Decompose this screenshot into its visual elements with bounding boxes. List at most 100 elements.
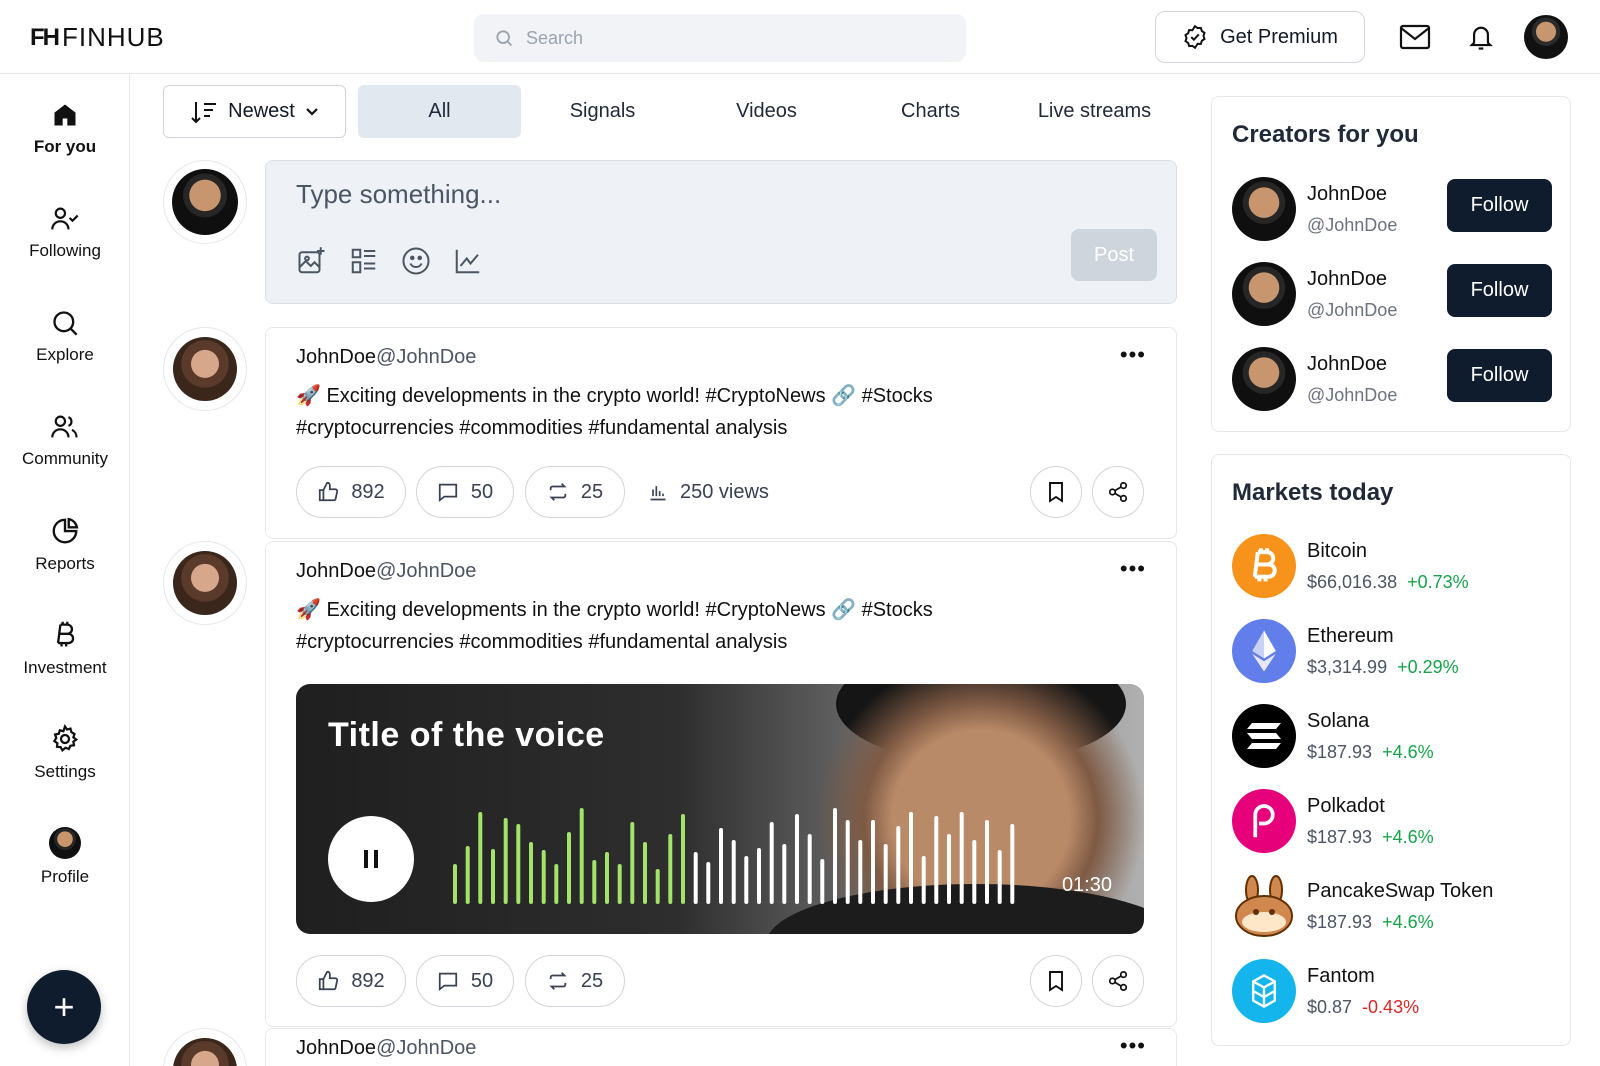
search-input[interactable] bbox=[526, 27, 926, 49]
top-bar: FH FINHUB Get Premium bbox=[0, 0, 1600, 74]
like-button[interactable]: 892 bbox=[296, 466, 406, 518]
follow-button[interactable]: Follow bbox=[1447, 179, 1552, 232]
voice-title: Title of the voice bbox=[328, 716, 605, 754]
tab-all[interactable]: All bbox=[358, 85, 521, 138]
get-premium-label: Get Premium bbox=[1220, 25, 1338, 48]
tab-live-streams[interactable]: Live streams bbox=[1013, 85, 1176, 138]
market-item[interactable]: PancakeSwap Token $187.93 +4.6% bbox=[1232, 874, 1552, 940]
waveform[interactable] bbox=[451, 804, 1021, 904]
market-name: Bitcoin bbox=[1307, 540, 1368, 562]
get-premium-button[interactable]: Get Premium bbox=[1155, 11, 1365, 63]
repost-button[interactable]: 25 bbox=[525, 466, 625, 518]
avatar[interactable] bbox=[1232, 177, 1296, 241]
waveform-bar bbox=[845, 820, 850, 904]
market-item[interactable]: Solana $187.93 +4.6% bbox=[1232, 704, 1552, 770]
waveform-bar bbox=[921, 856, 926, 904]
repost-button[interactable]: 25 bbox=[525, 955, 625, 1007]
post-author-avatar[interactable] bbox=[163, 1028, 247, 1066]
follow-button[interactable]: Follow bbox=[1447, 349, 1552, 402]
waveform-bar bbox=[491, 849, 495, 904]
share-button[interactable] bbox=[1092, 466, 1144, 518]
post-button[interactable]: Post bbox=[1071, 229, 1157, 281]
comment-button[interactable]: 50 bbox=[416, 955, 514, 1007]
create-post-button[interactable]: + bbox=[27, 970, 101, 1044]
feed-post: JohnDoe@JohnDoe ••• 🚀 Exciting developme… bbox=[265, 541, 1177, 1027]
more-options-button[interactable]: ••• bbox=[1120, 342, 1146, 368]
sort-dropdown[interactable]: Newest bbox=[163, 85, 346, 138]
sidebar-item-investment[interactable]: Investment bbox=[0, 604, 130, 694]
share-button[interactable] bbox=[1092, 955, 1144, 1007]
waveform-bar bbox=[769, 822, 774, 904]
more-options-button[interactable]: ••• bbox=[1120, 1033, 1146, 1059]
waveform-bar bbox=[567, 832, 571, 904]
market-item[interactable]: Bitcoin $66,016.38 +0.73% bbox=[1232, 534, 1552, 600]
messages-button[interactable] bbox=[1398, 20, 1432, 54]
creator-handle: @JohnDoe bbox=[1307, 385, 1398, 405]
creator-name[interactable]: JohnDoe bbox=[1307, 268, 1387, 291]
follow-button[interactable]: Follow bbox=[1447, 264, 1552, 317]
sidebar-item-for-you[interactable]: For you bbox=[0, 84, 130, 174]
waveform-bar bbox=[681, 814, 685, 904]
market-item[interactable]: Polkadot $187.93 +4.6% bbox=[1232, 789, 1552, 855]
post-author[interactable]: JohnDoe@JohnDoe bbox=[296, 560, 476, 583]
creator-item: JohnDoe @JohnDoe Follow bbox=[1232, 347, 1552, 413]
market-name: Fantom bbox=[1307, 965, 1375, 987]
like-button[interactable]: 892 bbox=[296, 955, 406, 1007]
market-item[interactable]: Fantom $0.87 -0.43% bbox=[1232, 959, 1552, 1025]
bookmark-button[interactable] bbox=[1030, 466, 1082, 518]
waveform-bar bbox=[972, 840, 977, 904]
add-image-button[interactable] bbox=[296, 245, 328, 277]
notifications-button[interactable] bbox=[1464, 20, 1498, 54]
post-text-input[interactable] bbox=[296, 179, 1036, 219]
creator-name[interactable]: JohnDoe bbox=[1307, 183, 1387, 206]
sidebar-item-profile[interactable]: Profile bbox=[0, 812, 130, 902]
creators-card: Creators for you JohnDoe @JohnDoe Follow… bbox=[1211, 96, 1571, 432]
more-options-button[interactable]: ••• bbox=[1120, 556, 1146, 582]
post-author-avatar[interactable] bbox=[163, 327, 247, 411]
pause-button[interactable] bbox=[328, 816, 414, 902]
avatar[interactable] bbox=[1232, 347, 1296, 411]
post-author-avatar[interactable] bbox=[163, 541, 247, 625]
waveform-bar bbox=[807, 834, 812, 904]
user-avatar[interactable] bbox=[1524, 15, 1568, 59]
tab-videos[interactable]: Videos bbox=[685, 85, 848, 138]
logo[interactable]: FH FINHUB bbox=[30, 22, 165, 53]
ethereum-icon bbox=[1232, 619, 1296, 683]
waveform-bar bbox=[630, 822, 635, 904]
search-bar[interactable] bbox=[474, 14, 966, 62]
waveform-bar bbox=[478, 812, 483, 904]
post-author[interactable]: JohnDoe@JohnDoe bbox=[296, 346, 476, 369]
waveform-bar bbox=[757, 848, 761, 904]
add-poll-button[interactable] bbox=[348, 245, 380, 277]
sidebar-item-community[interactable]: Community bbox=[0, 396, 130, 486]
more-icon: ••• bbox=[1119, 556, 1146, 581]
avatar[interactable] bbox=[1232, 262, 1296, 326]
waveform-bar bbox=[833, 808, 837, 904]
repost-count: 25 bbox=[580, 480, 604, 503]
waveform-bar bbox=[934, 816, 939, 904]
creator-name[interactable]: JohnDoe bbox=[1307, 353, 1387, 376]
waveform-bar bbox=[453, 864, 457, 904]
sidebar-item-reports[interactable]: Reports bbox=[0, 500, 130, 590]
logo-mark: FH bbox=[30, 23, 60, 51]
post-author[interactable]: JohnDoe@JohnDoe bbox=[296, 1037, 476, 1060]
waveform-bar bbox=[744, 856, 749, 904]
tab-signals[interactable]: Signals bbox=[521, 85, 684, 138]
tab-charts[interactable]: Charts bbox=[849, 85, 1012, 138]
comment-icon bbox=[438, 972, 457, 992]
author-name: JohnDoe bbox=[296, 1037, 377, 1059]
waveform-bar bbox=[592, 860, 597, 904]
waveform-bar bbox=[529, 842, 533, 904]
add-emoji-button[interactable] bbox=[400, 245, 432, 277]
sidebar-item-explore[interactable]: Explore bbox=[0, 292, 130, 382]
waveform-bar bbox=[617, 864, 622, 904]
comment-button[interactable]: 50 bbox=[416, 466, 514, 518]
bookmark-button[interactable] bbox=[1030, 955, 1082, 1007]
pie-chart-icon bbox=[52, 517, 79, 544]
sidebar-item-settings[interactable]: Settings bbox=[0, 708, 130, 798]
add-chart-button[interactable] bbox=[452, 245, 484, 277]
sidebar-item-following[interactable]: Following bbox=[0, 188, 130, 278]
comment-count: 50 bbox=[470, 480, 494, 503]
waveform-bar bbox=[883, 844, 888, 904]
market-item[interactable]: Ethereum $3,314.99 +0.29% bbox=[1232, 619, 1552, 685]
